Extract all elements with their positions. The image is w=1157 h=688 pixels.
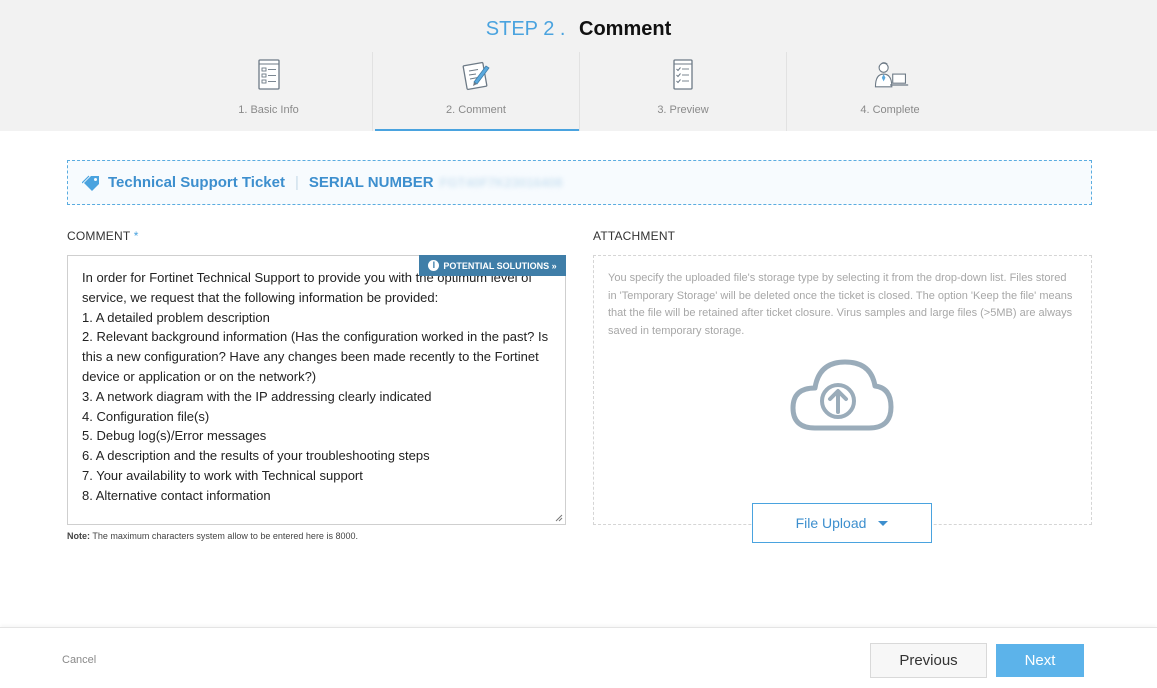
comment-line: 3. A network diagram with the IP address… [82, 388, 432, 404]
attachment-help-text: You specify the uploaded file's storage … [608, 272, 1073, 337]
next-button[interactable]: Next [996, 644, 1084, 677]
comment-line: 4. Configuration file(s) [82, 408, 210, 424]
comment-line: 8. Alternative contact information [82, 487, 271, 503]
comment-line: 2. Relevant background information (Has … [82, 329, 549, 384]
footer-bar: Cancel Previous Next [0, 627, 1157, 688]
stepper: 1. Basic Info 2. Comment 3. Preview 4. C… [165, 52, 993, 131]
step-preview[interactable]: 3. Preview [579, 52, 786, 131]
info-icon: i [428, 260, 440, 271]
cancel-link[interactable]: Cancel [62, 654, 96, 666]
file-upload-dropdown[interactable]: File Upload [752, 503, 932, 543]
attachment-dropzone[interactable]: You specify the uploaded file's storage … [593, 255, 1092, 525]
serial-number-label: SERIAL NUMBER [308, 174, 434, 191]
divider: | [294, 174, 299, 191]
step-label: 3. Preview [657, 104, 709, 116]
step-complete[interactable]: 4. Complete [786, 52, 993, 131]
required-mark: * [133, 229, 139, 243]
file-upload-label: File Upload [795, 515, 867, 531]
potential-solutions-button[interactable]: i POTENTIAL SOLUTIONS » [419, 255, 566, 276]
form-document-icon [257, 59, 280, 90]
tag-icon [82, 175, 99, 191]
resize-handle-icon[interactable] [555, 514, 563, 522]
comment-line: 1. A detailed problem description [82, 309, 270, 325]
attachment-label: ATTACHMENT [593, 229, 676, 243]
caret-down-icon [878, 520, 889, 526]
edit-note-icon [462, 61, 490, 91]
comment-text: In order for Fortinet Technical Support … [82, 268, 549, 506]
wizard-header: STEP 2 . Comment 1. Basic Info 2. Commen… [0, 0, 1157, 131]
previous-button[interactable]: Previous [870, 643, 987, 678]
serial-number-value: FGT40F7K23016408 [439, 175, 563, 190]
step-basic-info[interactable]: 1. Basic Info [165, 52, 372, 131]
comment-textarea[interactable]: In order for Fortinet Technical Support … [67, 255, 566, 525]
potential-solutions-label: POTENTIAL SOLUTIONS » [443, 260, 557, 271]
step-name: Comment [579, 18, 672, 40]
comment-label-text: COMMENT [67, 229, 131, 243]
step-title: STEP 2 . Comment [0, 16, 1157, 42]
ticket-info-bar: Technical Support Ticket | SERIAL NUMBER… [67, 160, 1092, 205]
step-label: 1. Basic Info [238, 104, 299, 116]
step-comment[interactable]: 2. Comment [372, 52, 579, 131]
step-label: 4. Complete [860, 104, 920, 116]
comment-line: 6. A description and the results of your… [82, 448, 430, 464]
person-at-laptop-icon [874, 62, 909, 88]
ticket-type: Technical Support Ticket [108, 174, 285, 191]
step-label: 2. Comment [446, 104, 506, 116]
checklist-icon [673, 59, 693, 90]
step-number: STEP 2 . [485, 18, 566, 40]
comment-line: 7. Your availability to work with Techni… [82, 467, 363, 483]
note-text: The maximum characters system allow to b… [92, 531, 358, 541]
note-label: Note: [67, 531, 90, 541]
character-limit-note: Note: The maximum characters system allo… [67, 531, 358, 541]
comment-label: COMMENT * [67, 229, 139, 243]
cloud-upload-icon [790, 359, 894, 431]
comment-line: 5. Debug log(s)/Error messages [82, 428, 267, 444]
